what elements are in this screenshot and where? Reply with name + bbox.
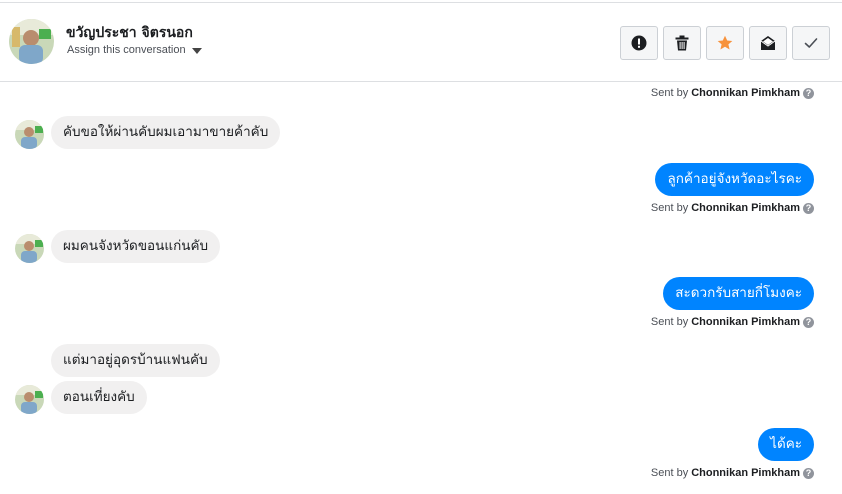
delete-button[interactable] — [663, 26, 701, 60]
conversation-header: ขวัญประชา จิตรนอก Assign this conversati… — [0, 3, 842, 82]
envelope-icon — [760, 36, 776, 50]
sent-by-prefix: Sent by — [650, 87, 689, 99]
help-icon[interactable]: ? — [803, 202, 814, 214]
trash-icon — [675, 35, 689, 51]
mark-done-button[interactable] — [792, 26, 830, 60]
mark-unread-button[interactable] — [749, 26, 787, 60]
sent-by-prefix: Sent by — [650, 316, 689, 328]
sent-by-label: Sent by Chonnikan Pimkham ? — [651, 316, 814, 328]
sent-by-label: Sent by Chonnikan Pimkham ? — [651, 87, 814, 99]
sent-by-agent: Chonnikan Pimkham — [691, 467, 800, 479]
mark-spam-button[interactable] — [620, 26, 658, 60]
help-icon[interactable]: ? — [803, 87, 814, 99]
sent-by-prefix: Sent by — [650, 467, 689, 479]
assign-conversation-dropdown[interactable]: Assign this conversation — [67, 44, 202, 56]
message-bubble-incoming[interactable]: ผมคนจังหวัดขอนแก่นคับ — [51, 230, 221, 263]
contact-avatar[interactable] — [9, 19, 54, 64]
star-button[interactable] — [706, 26, 744, 60]
message-bubble-incoming[interactable]: ตอนเที่ยงคับ — [51, 381, 147, 414]
conversation-actions — [620, 26, 835, 60]
sent-by-agent: Chonnikan Pimkham — [691, 202, 800, 214]
contact-name: ขวัญประชา จิตรนอก — [66, 25, 193, 41]
caret-down-icon — [191, 47, 202, 54]
contact-avatar-small[interactable] — [15, 120, 44, 149]
message-thread[interactable]: Sent by Chonnikan Pimkham ? คับขอให้ผ่าน… — [0, 83, 842, 494]
star-icon — [717, 35, 733, 50]
contact-avatar-small[interactable] — [15, 234, 44, 263]
sent-by-label: Sent by Chonnikan Pimkham ? — [651, 202, 814, 214]
assign-label: Assign this conversation — [67, 44, 186, 56]
sent-by-label: Sent by Chonnikan Pimkham ? — [651, 467, 814, 479]
message-bubble-outgoing[interactable]: ลูกค้าอยู่จังหวัดอะไรคะ — [655, 163, 814, 196]
message-bubble-incoming[interactable]: แต่มาอยู่อุดรบ้านแฟนคับ — [51, 344, 220, 377]
help-icon[interactable]: ? — [803, 467, 814, 479]
alert-icon — [631, 35, 647, 51]
message-bubble-outgoing[interactable]: สะดวกรับสายกี่โมงคะ — [663, 277, 814, 310]
message-bubble-incoming[interactable]: คับขอให้ผ่านคับผมเอามาขายค้าคับ — [51, 116, 281, 149]
sent-by-prefix: Sent by — [650, 202, 689, 214]
sent-by-agent: Chonnikan Pimkham — [691, 87, 800, 99]
checkmark-icon — [804, 38, 818, 48]
message-bubble-outgoing[interactable]: ได้คะ — [758, 428, 814, 461]
help-icon[interactable]: ? — [803, 316, 814, 328]
contact-avatar-small[interactable] — [15, 385, 44, 414]
sent-by-agent: Chonnikan Pimkham — [691, 316, 800, 328]
